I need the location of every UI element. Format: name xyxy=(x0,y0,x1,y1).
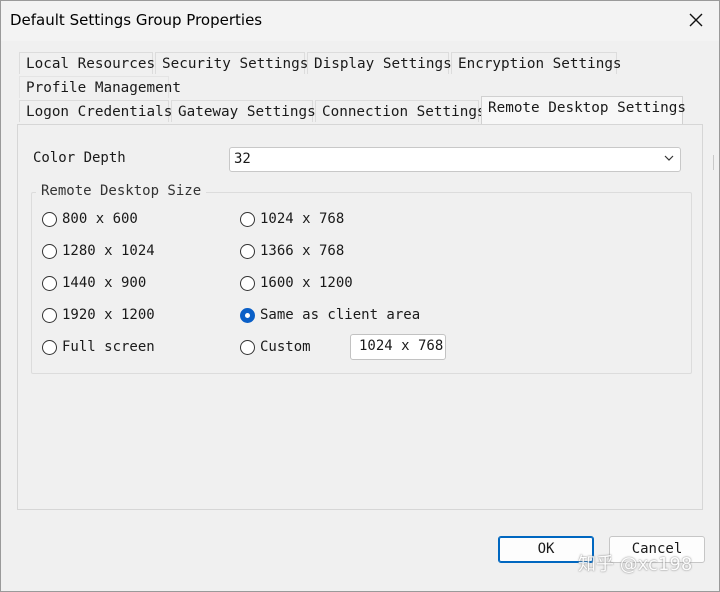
custom-size-input[interactable]: 1024 x 768 xyxy=(350,334,446,360)
radio-circle xyxy=(240,339,255,355)
close-button[interactable] xyxy=(673,1,719,39)
radio-1366x768[interactable]: 1366 x 768 xyxy=(240,241,344,261)
radio-label: Full screen xyxy=(62,339,155,355)
tab-label: Local Resources xyxy=(26,56,156,72)
tab-profile-management[interactable]: Profile Management xyxy=(19,76,181,98)
radio-label: Custom xyxy=(260,339,311,355)
color-depth-label: Color Depth xyxy=(33,150,126,166)
tab-local-resources[interactable]: Local Resources xyxy=(19,52,156,74)
radio-label: 1280 x 1024 xyxy=(62,243,155,259)
close-icon xyxy=(689,13,703,27)
tab-label: Profile Management xyxy=(26,80,181,96)
radio-circle xyxy=(240,243,255,259)
tab-label: Logon Credentials xyxy=(26,104,173,120)
tab-security-settings[interactable]: Security Settings xyxy=(155,52,309,74)
tab-label: Encryption Settings xyxy=(458,56,622,72)
tab-encryption-settings[interactable]: Encryption Settings xyxy=(451,52,622,74)
radio-1600x1200[interactable]: 1600 x 1200 xyxy=(240,273,353,293)
remote-desktop-size-legend: Remote Desktop Size xyxy=(36,183,207,199)
tab-label: Gateway Settings xyxy=(178,104,316,120)
radio-circle xyxy=(42,339,57,355)
tab-connection-settings[interactable]: Connection Settings xyxy=(315,100,486,122)
tab-logon-credentials[interactable]: Logon Credentials xyxy=(19,100,173,122)
radio-circle xyxy=(42,243,57,259)
radio-same-as-client-area[interactable]: Same as client area xyxy=(240,305,420,325)
radio-circle xyxy=(240,275,255,291)
chevron-down-icon xyxy=(664,155,674,161)
radio-custom[interactable]: Custom xyxy=(240,337,311,357)
radio-label: 800 x 600 xyxy=(62,211,138,227)
radio-label: 1600 x 1200 xyxy=(260,275,353,291)
radio-circle xyxy=(240,211,255,227)
radio-circle xyxy=(42,211,57,227)
radio-1280x1024[interactable]: 1280 x 1024 xyxy=(42,241,155,261)
window-edge xyxy=(713,155,720,170)
color-depth-value: 32 xyxy=(234,151,251,167)
tab-label: Connection Settings xyxy=(322,104,486,120)
tab-remote-desktop-settings[interactable]: Remote Desktop Settings xyxy=(481,96,686,124)
window-title: Default Settings Group Properties xyxy=(10,11,263,29)
tab-gateway-settings[interactable]: Gateway Settings xyxy=(171,100,316,122)
color-depth-select[interactable]: 32 xyxy=(229,147,681,172)
radio-label: 1366 x 768 xyxy=(260,243,345,259)
tab-label: Display Settings xyxy=(314,56,452,72)
tab-label: Remote Desktop Settings xyxy=(488,100,686,116)
tab-label: Security Settings xyxy=(162,56,309,72)
radio-label: 1920 x 1200 xyxy=(62,307,155,323)
title-bar: Default Settings Group Properties xyxy=(1,1,719,41)
radio-full-screen[interactable]: Full screen xyxy=(42,337,155,357)
radio-label: 1440 x 900 xyxy=(62,275,147,291)
radio-label: Same as client area xyxy=(260,307,421,323)
radio-label: 1024 x 768 xyxy=(260,211,345,227)
watermark: 知乎 @xc198 xyxy=(578,554,693,575)
radio-circle xyxy=(42,307,57,323)
radio-1440x900[interactable]: 1440 x 900 xyxy=(42,273,146,293)
radio-800x600[interactable]: 800 x 600 xyxy=(42,209,138,229)
radio-1920x1200[interactable]: 1920 x 1200 xyxy=(42,305,155,325)
radio-1024x768[interactable]: 1024 x 768 xyxy=(240,209,344,229)
radio-circle xyxy=(42,275,57,291)
radio-circle xyxy=(240,307,255,323)
tab-display-settings[interactable]: Display Settings xyxy=(307,52,452,74)
